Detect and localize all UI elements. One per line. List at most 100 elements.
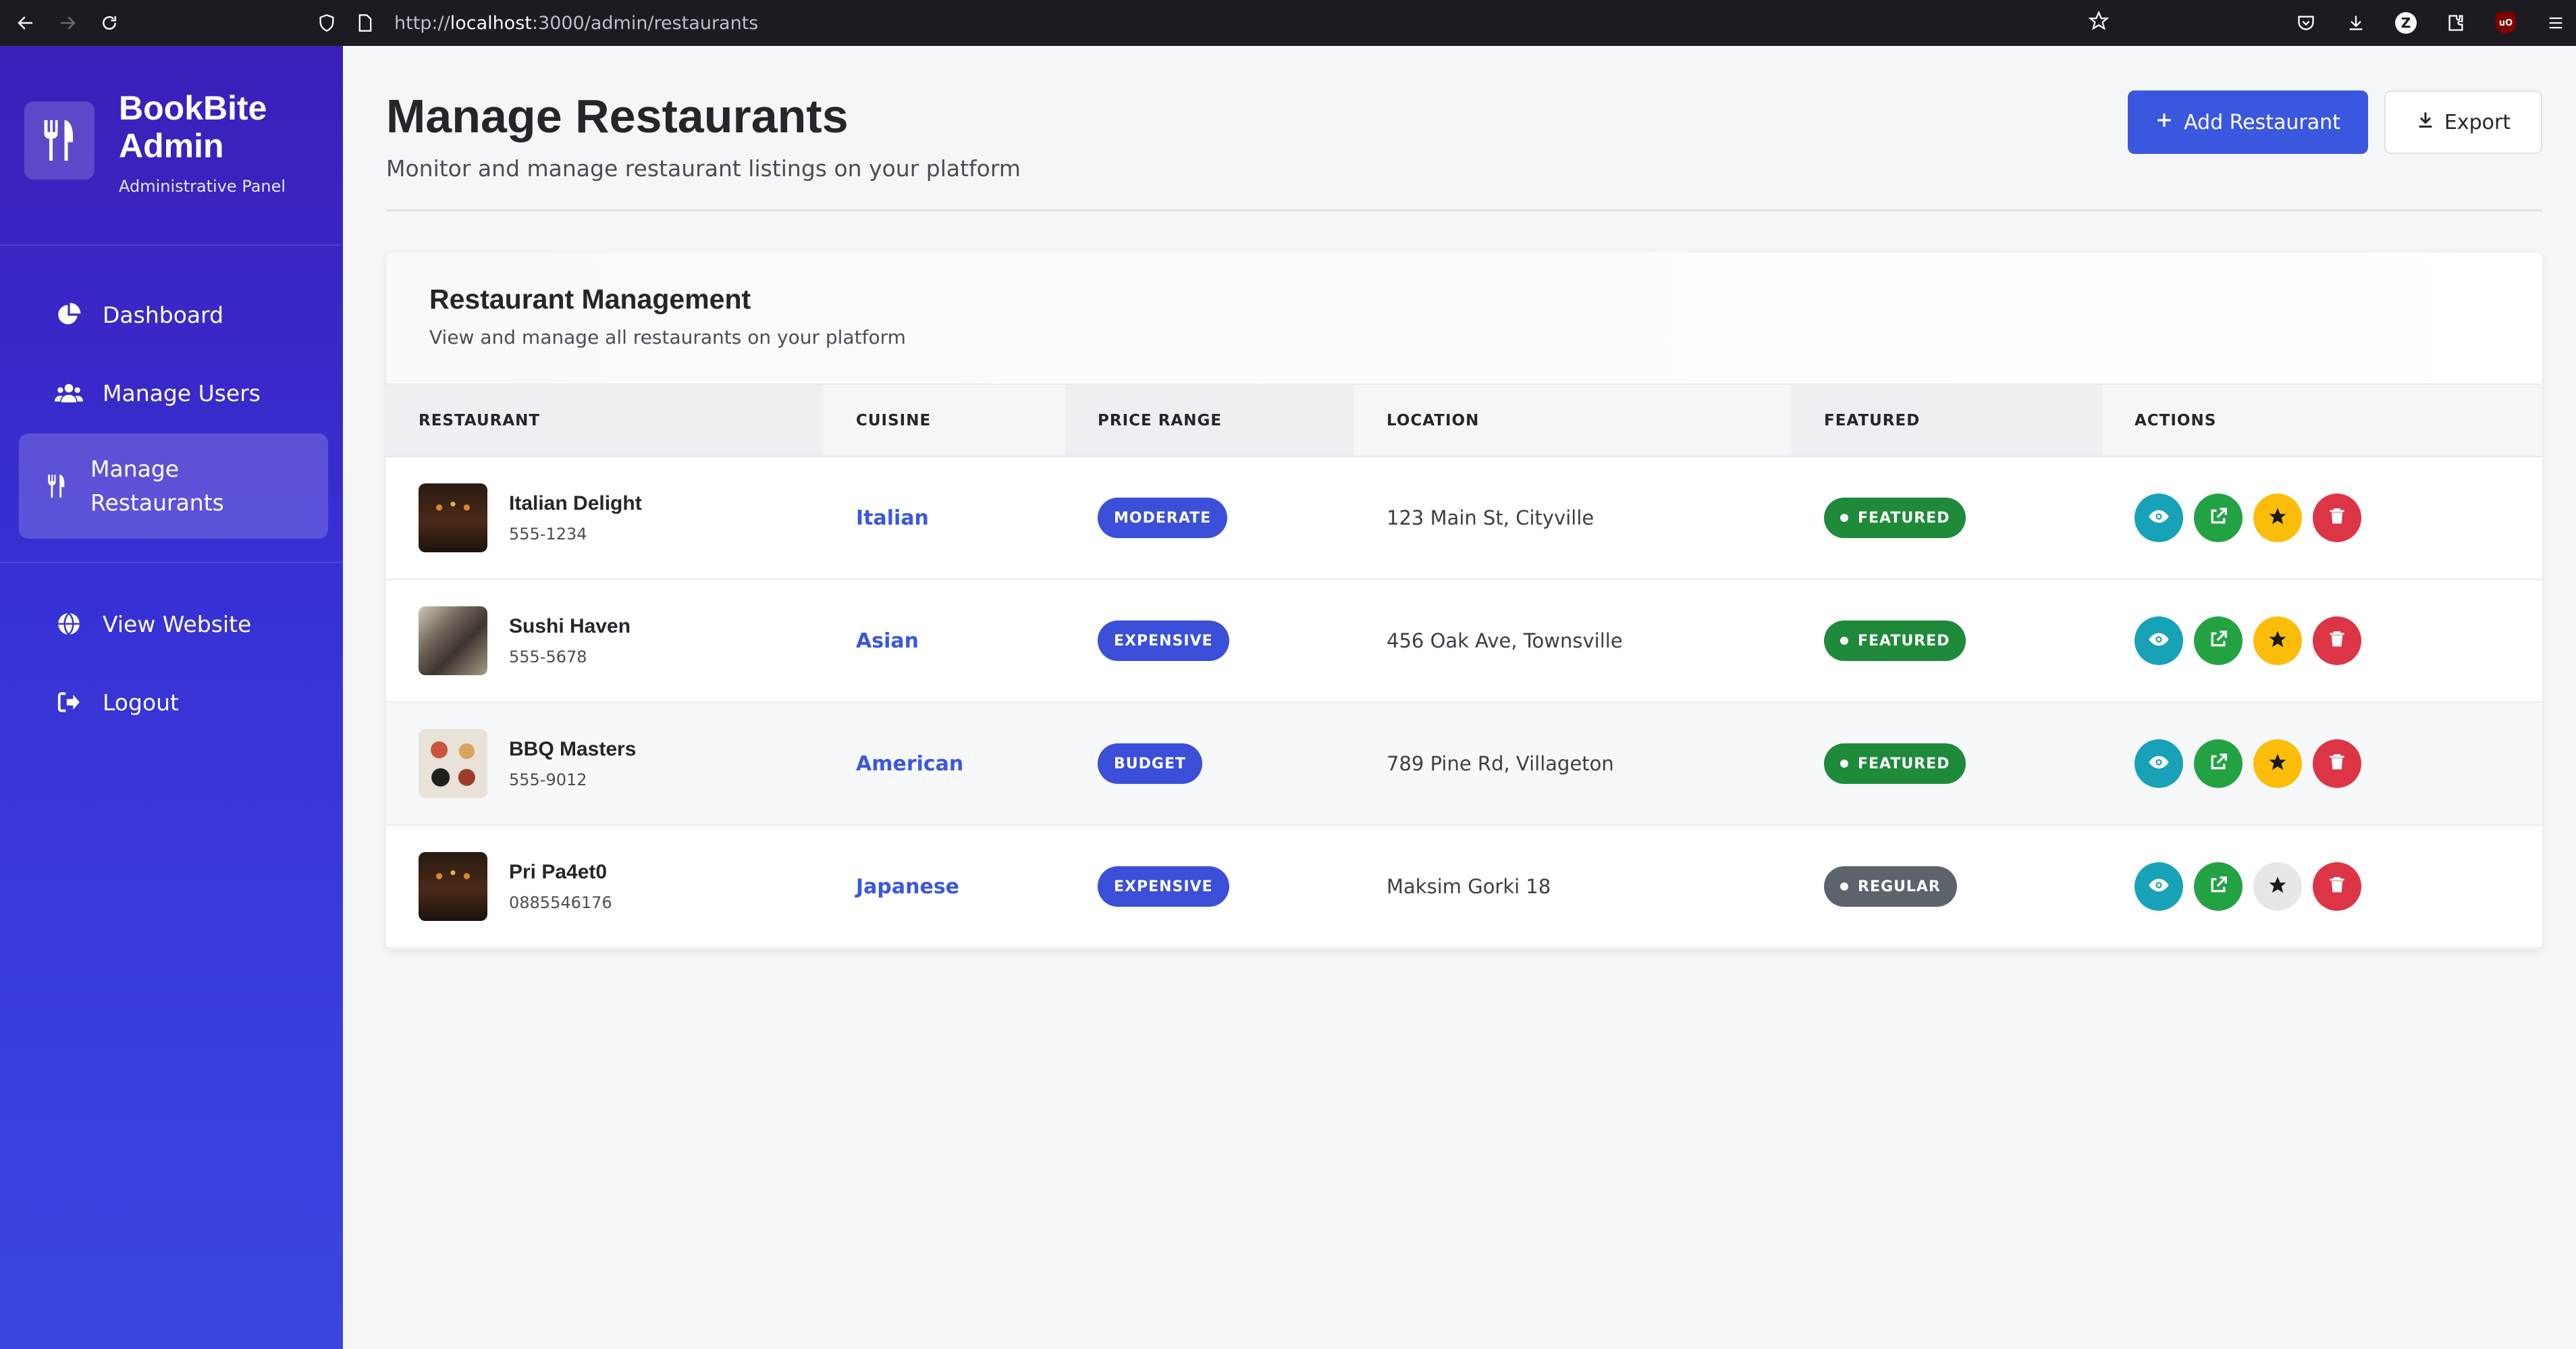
- cuisine-link[interactable]: Italian: [856, 506, 929, 530]
- forward-icon[interactable]: [51, 7, 84, 39]
- open-external-button[interactable]: [2194, 616, 2243, 665]
- brand: BookBite Admin Administrative Panel: [0, 46, 343, 246]
- star-icon: [2268, 875, 2288, 898]
- cuisine-link[interactable]: Asian: [856, 629, 919, 653]
- menu-icon[interactable]: [2542, 14, 2569, 32]
- restaurant-phone: 555-1234: [509, 525, 587, 544]
- page-title: Manage Restaurants: [386, 90, 849, 142]
- download-icon: [2416, 110, 2435, 134]
- ublock-icon[interactable]: uO: [2492, 12, 2519, 34]
- external-link-icon: [2208, 875, 2228, 898]
- view-button[interactable]: [2135, 616, 2183, 665]
- sidebar-item-manage-restaurants[interactable]: Manage Restaurants: [19, 433, 328, 539]
- download-icon[interactable]: [2342, 14, 2369, 32]
- featured-badge: FEATURED: [1824, 743, 1966, 784]
- regular-badge: REGULAR: [1824, 866, 1957, 907]
- external-link-icon: [2208, 752, 2228, 775]
- page-subtitle: Monitor and manage restaurant listings o…: [386, 155, 1021, 182]
- add-restaurant-button[interactable]: Add Restaurant: [2128, 90, 2368, 154]
- restaurant-location: 123 Main St, Cityville: [1387, 506, 1594, 529]
- column-header-price-range[interactable]: PRICE RANGE: [1065, 385, 1354, 457]
- address-bar[interactable]: http://localhost:3000/admin/restaurants: [304, 3, 2120, 43]
- toggle-featured-button[interactable]: [2253, 494, 2302, 542]
- shield-icon[interactable]: [317, 14, 336, 32]
- sidebar-item-label: View Website: [103, 610, 252, 637]
- toggle-featured-button[interactable]: [2253, 862, 2302, 911]
- delete-button[interactable]: [2313, 862, 2361, 911]
- external-link-icon: [2208, 629, 2228, 652]
- column-header-location[interactable]: LOCATION: [1354, 385, 1792, 457]
- featured-badge-label: FEATURED: [1858, 632, 1950, 650]
- sidebar-item-logout[interactable]: Logout: [19, 664, 328, 740]
- price-range-badge: MODERATE: [1098, 498, 1228, 538]
- sidebar-item-label: Dashboard: [103, 301, 224, 328]
- column-header-cuisine[interactable]: CUISINE: [824, 385, 1065, 457]
- main-content: Manage Restaurants Monitor and manage re…: [343, 46, 2576, 1349]
- utensils-icon: [42, 471, 72, 501]
- sidebar-item-label: Logout: [103, 689, 179, 716]
- eye-icon: [2148, 629, 2170, 653]
- sidebar-item-view-website[interactable]: View Website: [19, 586, 328, 662]
- open-external-button[interactable]: [2194, 494, 2243, 542]
- view-button[interactable]: [2135, 862, 2183, 911]
- open-external-button[interactable]: [2194, 862, 2243, 911]
- toggle-featured-button[interactable]: [2253, 739, 2302, 788]
- restaurant-thumbnail: [419, 729, 487, 798]
- open-external-button[interactable]: [2194, 739, 2243, 788]
- status-dot-icon: [1840, 637, 1848, 645]
- featured-badge: FEATURED: [1824, 620, 1966, 661]
- reload-icon[interactable]: [93, 7, 126, 39]
- export-button[interactable]: Export: [2384, 90, 2542, 154]
- browser-extensions: Z uO: [2292, 0, 2569, 46]
- status-dot-icon: [1840, 760, 1848, 768]
- sidebar-menu: Dashboard Manage Users Manage Restaurant…: [0, 246, 343, 740]
- price-range-badge: BUDGET: [1098, 743, 1202, 784]
- cuisine-link[interactable]: Japanese: [856, 875, 959, 899]
- delete-button[interactable]: [2313, 616, 2361, 665]
- restaurant-name: BBQ Masters: [509, 738, 637, 760]
- bookmark-star-icon[interactable]: [2088, 10, 2110, 36]
- chart-pie-icon: [54, 300, 84, 329]
- restaurant-thumbnail: [419, 606, 487, 675]
- restaurant-location: 456 Oak Ave, Townsville: [1387, 629, 1623, 652]
- delete-button[interactable]: [2313, 739, 2361, 788]
- eye-icon: [2148, 874, 2170, 899]
- card-title: Restaurant Management: [429, 284, 751, 315]
- card-header: Restaurant Management View and manage al…: [386, 253, 2542, 385]
- column-header-restaurant[interactable]: RESTAURANT: [386, 385, 824, 457]
- view-button[interactable]: [2135, 494, 2183, 542]
- delete-button[interactable]: [2313, 494, 2361, 542]
- table-row: BBQ Masters 555-9012 American BUDGET 789…: [386, 702, 2542, 825]
- extensions-icon[interactable]: [2442, 14, 2469, 32]
- pocket-icon[interactable]: [2292, 14, 2319, 32]
- star-icon: [2268, 629, 2288, 652]
- trash-icon: [2328, 629, 2346, 652]
- page-icon: [356, 14, 374, 32]
- trash-icon: [2328, 506, 2346, 529]
- restaurant-name: Pri Pa4et0: [509, 861, 608, 883]
- featured-badge-label: FEATURED: [1858, 509, 1950, 527]
- featured-badge-label: FEATURED: [1858, 755, 1950, 772]
- column-header-featured[interactable]: FEATURED: [1792, 385, 2102, 457]
- restaurant-thumbnail: [419, 852, 487, 921]
- zotero-icon[interactable]: Z: [2392, 12, 2419, 34]
- sidebar-item-manage-users[interactable]: Manage Users: [19, 355, 328, 431]
- trash-icon: [2328, 752, 2346, 775]
- star-icon: [2268, 506, 2288, 529]
- restaurant-phone: 0885546176: [509, 893, 612, 912]
- back-icon[interactable]: [9, 7, 42, 39]
- card-subtitle: View and manage all restaurants on your …: [429, 326, 906, 348]
- sidebar-item-dashboard[interactable]: Dashboard: [19, 277, 328, 352]
- restaurant-phone: 555-5678: [509, 647, 587, 666]
- cuisine-link[interactable]: American: [856, 752, 963, 776]
- star-icon: [2268, 752, 2288, 775]
- url-text: http://localhost:3000/admin/restaurants: [394, 12, 759, 34]
- column-header-actions: ACTIONS: [2102, 385, 2542, 457]
- sidebar-item-label: Manage Users: [103, 379, 261, 406]
- restaurant-name: Sushi Haven: [509, 615, 631, 637]
- toggle-featured-button[interactable]: [2253, 616, 2302, 665]
- trash-icon: [2328, 875, 2346, 898]
- restaurant-management-card: Restaurant Management View and manage al…: [386, 253, 2542, 949]
- brand-subtitle: Administrative Panel: [119, 177, 286, 196]
- view-button[interactable]: [2135, 739, 2183, 788]
